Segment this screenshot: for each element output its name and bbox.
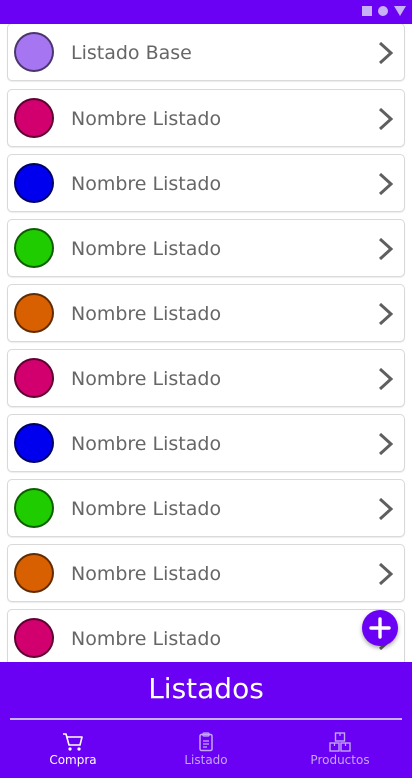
circle-icon	[378, 6, 388, 16]
bottom-bar: Listados Compra Listado Productos	[0, 662, 412, 778]
color-dot	[14, 553, 54, 593]
chevron-right-icon	[378, 302, 394, 326]
nav-listado-label: Listado	[184, 753, 228, 767]
list-item-8[interactable]: Nombre Listado	[7, 544, 405, 602]
chevron-right-icon	[378, 107, 394, 131]
list-item-label: Listado Base	[71, 42, 192, 64]
color-dot	[14, 293, 54, 333]
list-item-label: Nombre Listado	[71, 173, 222, 195]
list-item-label: Nombre Listado	[71, 498, 222, 520]
nav-compra-label: Compra	[49, 753, 97, 767]
list-item-9[interactable]: Nombre Listado	[7, 609, 405, 662]
color-dot	[14, 163, 54, 203]
list-item-2[interactable]: Nombre Listado	[7, 154, 405, 212]
divider	[10, 718, 402, 720]
list-item-3[interactable]: Nombre Listado	[7, 219, 405, 277]
list-item-label: Nombre Listado	[71, 433, 222, 455]
add-icon	[369, 617, 391, 639]
list-item-label: Nombre Listado	[71, 303, 222, 325]
boxes-icon	[329, 732, 351, 752]
color-dot	[14, 98, 54, 138]
list-item-1[interactable]: Nombre Listado	[7, 89, 405, 147]
color-dot	[14, 618, 54, 658]
list-item-label: Nombre Listado	[71, 108, 222, 130]
list-item-label: Nombre Listado	[71, 628, 222, 650]
status-bar	[0, 0, 412, 24]
nav-compra[interactable]: Compra	[23, 732, 123, 772]
triangle-icon	[394, 6, 406, 16]
list-item-label: Nombre Listado	[71, 238, 222, 260]
square-icon	[362, 6, 372, 16]
nav-listado[interactable]: Listado	[156, 732, 256, 772]
nav-productos-label: Productos	[310, 753, 370, 767]
clipboard-icon	[199, 732, 213, 752]
color-dot	[14, 423, 54, 463]
list-item-0[interactable]: Listado Base	[7, 24, 405, 81]
chevron-right-icon	[378, 562, 394, 586]
color-dot	[14, 488, 54, 528]
nav-productos[interactable]: Productos	[290, 732, 390, 772]
list-item-6[interactable]: Nombre Listado	[7, 414, 405, 472]
color-dot	[14, 32, 54, 72]
chevron-right-icon	[378, 497, 394, 521]
chevron-right-icon	[378, 172, 394, 196]
chevron-right-icon	[378, 432, 394, 456]
listados-list[interactable]: Listado Base Nombre Listado Nombre Lista…	[0, 24, 412, 662]
cart-icon	[63, 733, 83, 751]
color-dot	[14, 358, 54, 398]
status-icons	[362, 6, 406, 16]
list-item-label: Nombre Listado	[71, 368, 222, 390]
list-item-label: Nombre Listado	[71, 563, 222, 585]
color-dot	[14, 228, 54, 268]
chevron-right-icon	[378, 367, 394, 391]
add-listado-button[interactable]	[362, 610, 398, 646]
list-item-4[interactable]: Nombre Listado	[7, 284, 405, 342]
chevron-right-icon	[378, 41, 394, 65]
page-title: Listados	[148, 672, 264, 705]
chevron-right-icon	[378, 237, 394, 261]
list-item-5[interactable]: Nombre Listado	[7, 349, 405, 407]
list-item-7[interactable]: Nombre Listado	[7, 479, 405, 537]
